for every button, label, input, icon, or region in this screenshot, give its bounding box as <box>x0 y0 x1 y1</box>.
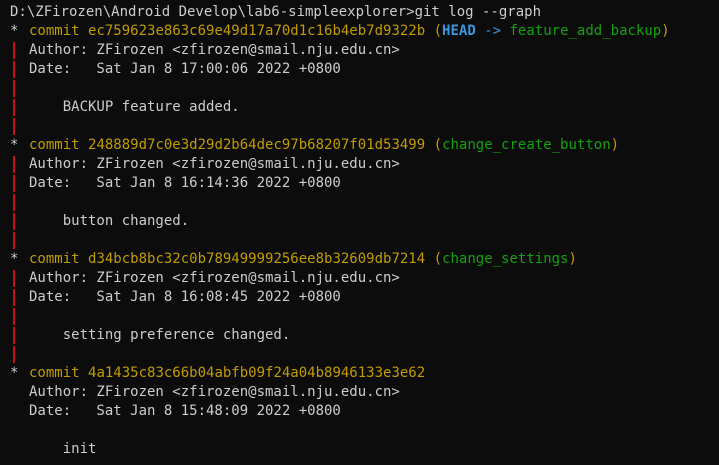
ref-close: ) <box>661 23 670 39</box>
commit-message: init <box>29 441 97 457</box>
date-line: Date: Sat Jan 8 16:08:45 2022 +0800 <box>10 288 719 307</box>
author-line: Author: ZFirozen <zfirozen@smail.nju.edu… <box>10 41 719 60</box>
command-prompt-line: D:\ZFirozen\Android Develop\lab6-simplee… <box>10 4 542 20</box>
graph-line <box>10 117 719 136</box>
author-line: Author: ZFirozen <zfirozen@smail.nju.edu… <box>10 269 719 288</box>
graph-line <box>10 307 719 326</box>
commit-hash: 248889d7c0e3d29d2b64dec97b68207f01d53499 <box>88 137 426 153</box>
graph-bar <box>13 79 15 97</box>
ref-close: ) <box>610 137 620 153</box>
commit-message: BACKUP feature added. <box>29 99 240 115</box>
commit-hash: 4a1435c83c66b04abfb09f24a04b8946133e3e62 <box>88 365 426 381</box>
commit-line: * commit 248889d7c0e3d29d2b64dec97b68207f… <box>10 136 719 155</box>
ref-open: ( <box>433 137 443 153</box>
graph-node: * <box>10 365 19 381</box>
author-line: Author: ZFirozen <zfirozen@smail.nju.edu… <box>10 383 719 402</box>
graph-line <box>10 193 719 212</box>
ref-open: ( <box>433 23 443 39</box>
branch-name: change_create_button <box>442 137 611 153</box>
graph-bar <box>13 98 15 116</box>
message-line: setting preference changed. <box>10 326 719 345</box>
graph-bar <box>13 288 15 306</box>
terminal-window[interactable]: D:\ZFirozen\Android Develop\lab6-simplee… <box>0 0 719 465</box>
message-line: BACKUP feature added. <box>10 98 719 117</box>
branch-name: feature_add_backup <box>509 23 662 39</box>
commit-date: Date: Sat Jan 8 16:08:45 2022 +0800 <box>29 289 341 305</box>
graph-bar <box>13 345 15 363</box>
ref-close: ) <box>568 251 577 267</box>
graph-bar <box>13 212 15 230</box>
author-line: Author: ZFirozen <zfirozen@smail.nju.edu… <box>10 155 719 174</box>
commit-line: * commit ec759623e863c69e49d17a70d1c16b4e… <box>10 22 719 41</box>
graph-line <box>10 231 719 250</box>
head-ref: HEAD <box>442 23 476 39</box>
graph-bar <box>13 269 15 287</box>
graph-bar <box>13 231 15 249</box>
graph-node: * <box>10 251 19 267</box>
commit-author: Author: ZFirozen <zfirozen@smail.nju.edu… <box>29 384 400 400</box>
commit-message: setting preference changed. <box>29 327 291 343</box>
message-line: init <box>10 440 719 459</box>
date-line: Date: Sat Jan 8 17:00:06 2022 +0800 <box>10 60 719 79</box>
graph-line <box>10 345 719 364</box>
commit-label: commit <box>29 251 80 267</box>
graph-bar <box>13 193 15 211</box>
graph-bar <box>13 60 15 78</box>
commit-label: commit <box>29 23 80 39</box>
graph-bar <box>13 41 15 59</box>
commit-line: * commit d34bcb8bc32c0b78949999256ee8b326… <box>10 250 719 269</box>
commit-author: Author: ZFirozen <zfirozen@smail.nju.edu… <box>29 270 400 286</box>
graph-bar <box>13 174 15 192</box>
graph-line <box>10 79 719 98</box>
graph-node: * <box>10 23 19 39</box>
graph-bar <box>13 307 15 325</box>
graph-bar <box>13 155 15 173</box>
commit-label: commit <box>29 137 80 153</box>
branch-name: change_settings <box>442 251 569 267</box>
commit-label: commit <box>29 365 80 381</box>
commit-hash: ec759623e863c69e49d17a70d1c16b4eb7d9322b <box>88 23 426 39</box>
commit-date: Date: Sat Jan 8 16:14:36 2022 +0800 <box>29 175 341 191</box>
graph-bar <box>13 326 15 344</box>
commit-hash: d34bcb8bc32c0b78949999256ee8b32609db7214 <box>88 251 426 267</box>
graph-node: * <box>10 137 19 153</box>
commit-date: Date: Sat Jan 8 15:48:09 2022 +0800 <box>29 403 341 419</box>
ref-arrow: -> <box>484 23 502 39</box>
commit-message: button changed. <box>29 213 190 229</box>
commit-date: Date: Sat Jan 8 17:00:06 2022 +0800 <box>29 61 341 77</box>
date-line: Date: Sat Jan 8 15:48:09 2022 +0800 <box>10 402 719 421</box>
date-line: Date: Sat Jan 8 16:14:36 2022 +0800 <box>10 174 719 193</box>
commit-author: Author: ZFirozen <zfirozen@smail.nju.edu… <box>29 156 400 172</box>
message-line: button changed. <box>10 212 719 231</box>
graph-bar <box>13 117 15 135</box>
commit-line: * commit 4a1435c83c66b04abfb09f24a04b8946… <box>10 364 719 383</box>
commit-author: Author: ZFirozen <zfirozen@smail.nju.edu… <box>29 42 400 58</box>
ref-open: ( <box>433 251 443 267</box>
